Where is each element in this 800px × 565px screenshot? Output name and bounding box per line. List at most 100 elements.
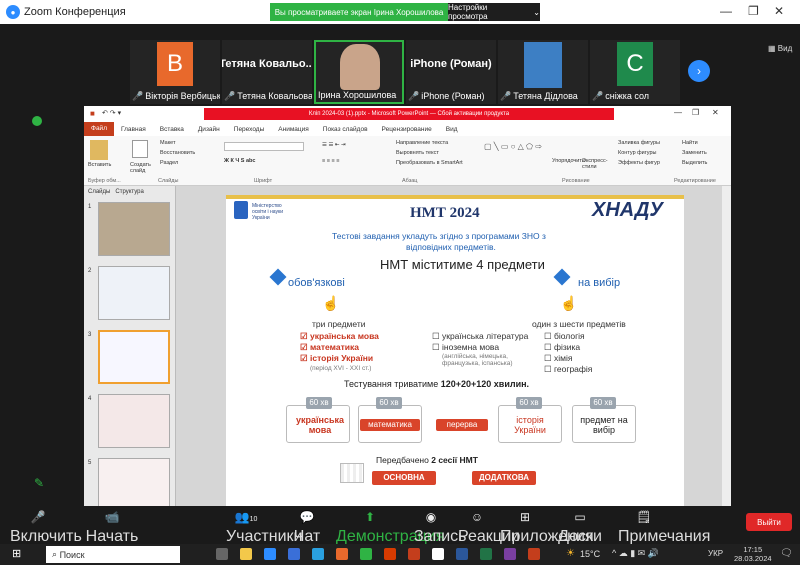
notifications-icon[interactable]: 🗨 (780, 548, 793, 559)
shape-outline-button[interactable]: Контур фигуры (618, 150, 656, 156)
participant-tile[interactable]: Тетяна Ковальо... 🎤 Тетяна Ковальова (222, 40, 312, 104)
tab-slideshow[interactable]: Показ слайдов (316, 126, 375, 133)
select-button[interactable]: Выделить (682, 160, 707, 166)
next-page-icon[interactable]: › (688, 60, 710, 82)
app-icon[interactable] (384, 548, 396, 560)
apps-button[interactable]: ⊞ Приложения (500, 510, 594, 546)
elective-subject: ☐ хімія (544, 353, 573, 363)
arrange-button[interactable]: Упорядочить (552, 158, 585, 164)
weather-temp[interactable]: 15°C (580, 549, 600, 559)
ppt-minimize-button[interactable]: — (674, 108, 682, 117)
windows-start-icon[interactable]: ⊞ (12, 548, 24, 560)
participant-tile[interactable]: 🎤 Тетяна Дідлова (498, 40, 588, 104)
app-icon[interactable] (504, 548, 516, 560)
taskbar-search[interactable]: ⌕ Поиск (46, 546, 180, 563)
reset-button[interactable]: Восстановить (160, 150, 195, 156)
minutes-badge: 60 хв (376, 397, 402, 409)
minutes-badge: 60 хв (590, 397, 616, 409)
weather-icon[interactable]: ☀ (566, 548, 575, 559)
view-settings-button[interactable]: Настройки просмотра ⌄ (448, 3, 540, 21)
align-buttons[interactable]: ≡ ≡ ≡ ≡ (322, 158, 339, 164)
powerpoint-icon[interactable] (408, 548, 420, 560)
notes-button[interactable]: 🗒 Примечания (618, 510, 710, 546)
font-select[interactable] (224, 142, 304, 151)
file-explorer-icon[interactable] (240, 548, 252, 560)
leave-button[interactable]: Выйти (746, 513, 792, 531)
shape-fill-button[interactable]: Заливка фигуры (618, 140, 660, 146)
ppt-close-button[interactable]: ✕ (712, 108, 719, 117)
paragraph-buttons[interactable]: ☰ ☰ ⇤ ⇥ (322, 142, 346, 148)
new-slide-button[interactable]: Создать слайд (130, 162, 154, 174)
ppt-maximize-button[interactable]: ❐ (692, 108, 699, 117)
slide-thumbnail[interactable] (98, 266, 170, 320)
new-slide-icon[interactable] (132, 140, 148, 158)
edge-icon[interactable] (312, 548, 324, 560)
participant-tile-active[interactable]: Ірина Хорошилова (314, 40, 404, 104)
group-editing: Редактирование (674, 178, 716, 184)
align-text-button[interactable]: Выровнять текст (396, 150, 439, 156)
participant-name: сніжка сол (605, 91, 650, 101)
word-icon[interactable] (456, 548, 468, 560)
slide-canvas[interactable]: Міністерство освіти і науки України НМТ … (226, 195, 684, 506)
chrome-icon[interactable] (360, 548, 372, 560)
participant-tile[interactable]: B 🎤 Вікторія Вербицька (130, 40, 220, 104)
record-button[interactable]: ◉ Запись (414, 510, 467, 546)
task-view-icon[interactable] (216, 548, 228, 560)
chat-button[interactable]: 💬 Чат (292, 510, 322, 546)
app-icon[interactable] (432, 548, 444, 560)
tab-file[interactable]: Файл (84, 122, 114, 136)
text-direction-button[interactable]: Направление текста (396, 140, 448, 146)
maximize-button[interactable]: ❐ (748, 4, 759, 18)
session-extra-badge: ДОДАТКОВА (472, 471, 536, 485)
participant-tile[interactable]: C 🎤 сніжка сол (590, 40, 680, 104)
find-button[interactable]: Найти (682, 140, 698, 146)
tab-design[interactable]: Дизайн (191, 126, 227, 133)
excel-icon[interactable] (480, 548, 492, 560)
shape-effects-button[interactable]: Эффекты фигур (618, 160, 660, 166)
tab-transitions[interactable]: Переходы (227, 126, 272, 133)
shapes-gallery[interactable]: ▢ ╲ ▭ ○ △ ⬠ ⇨ (484, 142, 542, 151)
tab-home[interactable]: Главная (114, 126, 153, 133)
clock[interactable]: 17:15 28.03.2024 (734, 545, 772, 563)
layout-button[interactable]: Макет (160, 140, 176, 146)
keyboard-language[interactable]: УКР (708, 549, 723, 558)
participant-tile[interactable]: iPhone (Роман) 🎤 iPhone (Роман) (406, 40, 496, 104)
reactions-button[interactable]: ☺ Реакции (458, 510, 520, 546)
app-icon[interactable] (528, 548, 540, 560)
view-button[interactable]: ▦ Вид (768, 44, 792, 53)
elective-subject-label: хімія (553, 353, 573, 363)
zoom-app-icon[interactable] (264, 548, 276, 560)
participants-label: Участники (226, 528, 303, 545)
close-button[interactable]: ✕ (774, 4, 784, 18)
app-icon[interactable] (288, 548, 300, 560)
app-icon[interactable] (336, 548, 348, 560)
tray-icons[interactable]: ^ ☁ ▮ ✉ 🔊 (612, 548, 659, 559)
tab-slides[interactable]: Слайды (88, 189, 110, 195)
annotate-pen-icon[interactable]: ✎ (34, 476, 44, 490)
participants-button[interactable]: 👥10 Участники (226, 510, 302, 546)
editor-scrollbar[interactable] (722, 186, 731, 506)
smartart-button[interactable]: Преобразовать в SmartArt (396, 160, 463, 166)
tab-animation[interactable]: Анимация (271, 126, 316, 133)
section-button[interactable]: Раздел (160, 160, 178, 166)
quick-access-icons[interactable]: ↶ ↷ ▾ (102, 109, 121, 117)
tab-view[interactable]: Вид (439, 126, 465, 133)
participant-name: Ірина Хорошилова (318, 90, 397, 100)
paste-icon[interactable] (90, 140, 108, 160)
minimize-button[interactable]: — (720, 4, 732, 18)
quick-styles-button[interactable]: Экспресс-стили (582, 158, 612, 170)
paste-button[interactable]: Вставить (88, 162, 111, 168)
slide-thumbnail-selected[interactable] (98, 330, 170, 384)
chat-label: Чат (293, 528, 321, 545)
slide-thumbnail[interactable] (98, 394, 170, 448)
tab-review[interactable]: Рецензирование (375, 126, 439, 133)
mid-subject: ☐ українська література (432, 331, 529, 341)
slide-thumbnail[interactable] (98, 458, 170, 512)
slide-thumbnail[interactable] (98, 202, 170, 256)
font-format-buttons[interactable]: Ж К Ч S abc (224, 158, 255, 164)
duration-line: Тестування триватиме 120+20+120 хвилин. (344, 379, 529, 389)
tab-outline[interactable]: Структура (115, 189, 143, 195)
ribbon-tabs: Файл Главная Вставка Дизайн Переходы Ани… (84, 122, 731, 136)
replace-button[interactable]: Заменить (682, 150, 707, 156)
tab-insert[interactable]: Вставка (153, 126, 191, 133)
